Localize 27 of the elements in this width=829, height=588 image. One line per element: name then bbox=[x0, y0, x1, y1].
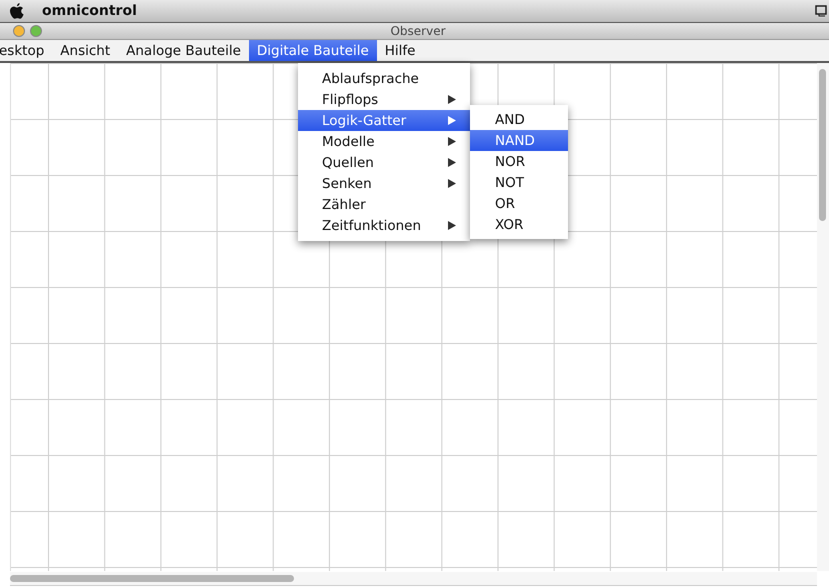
vertical-scrollbar[interactable] bbox=[817, 63, 829, 571]
screen-icon[interactable] bbox=[815, 5, 827, 17]
dropdown-item[interactable]: Zähler bbox=[298, 194, 470, 215]
menu-item[interactable]: Digitale Bauteile bbox=[248, 40, 377, 61]
dropdown-item[interactable]: Zeitfunktionen bbox=[298, 215, 470, 236]
submenu-item[interactable]: NOR bbox=[470, 151, 568, 172]
app-name[interactable]: omnicontrol bbox=[42, 3, 137, 19]
horizontal-scrollbar[interactable] bbox=[10, 572, 817, 586]
menu-item[interactable]: Analoge Bauteile bbox=[118, 40, 249, 61]
menu-item[interactable]: Hilfe bbox=[376, 40, 424, 61]
dropdown-item[interactable]: Quellen bbox=[298, 152, 470, 173]
submenu-item[interactable]: XOR bbox=[470, 214, 568, 235]
window-title: Observer bbox=[389, 24, 447, 38]
apple-icon[interactable] bbox=[10, 3, 24, 19]
menu-item[interactable]: Ansicht bbox=[52, 40, 118, 61]
dropdown-item[interactable]: Flipflops bbox=[298, 89, 470, 110]
submenu-item[interactable]: AND bbox=[470, 109, 568, 130]
submenu-item[interactable]: NOT bbox=[470, 172, 568, 193]
submenu-item[interactable]: OR bbox=[470, 193, 568, 214]
zoom-button[interactable] bbox=[30, 25, 42, 37]
menu-item[interactable]: esktop bbox=[0, 40, 52, 61]
dropdown-item[interactable]: Modelle bbox=[298, 131, 470, 152]
submenu-item[interactable]: NAND bbox=[470, 130, 568, 151]
minimize-button[interactable] bbox=[13, 25, 25, 37]
dropdown-item[interactable]: Ablaufsprache bbox=[298, 68, 470, 89]
dropdown-item[interactable]: Logik-Gatter bbox=[298, 110, 470, 131]
dropdown-item[interactable]: Senken bbox=[298, 173, 470, 194]
